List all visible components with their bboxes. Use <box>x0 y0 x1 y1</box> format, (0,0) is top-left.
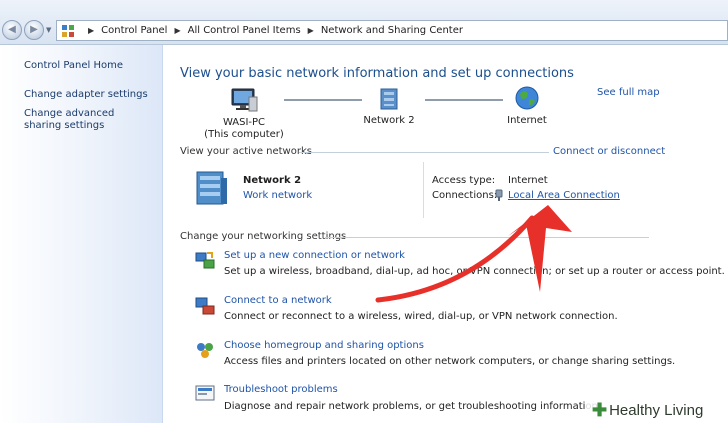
chevron-right-icon[interactable]: ▶ <box>174 26 180 35</box>
change-settings-heading: Change your networking settings <box>180 231 347 242</box>
forward-arrow-icon: ▶ <box>30 24 38 35</box>
map-connector-line <box>425 99 503 101</box>
breadcrumb-item-all-items[interactable]: All Control Panel Items <box>188 25 301 36</box>
setup-connection-link[interactable]: Set up a new connection or network <box>224 250 405 261</box>
homegroup-sharing-link[interactable]: Choose homegroup and sharing options <box>224 340 424 351</box>
homegroup-icon <box>197 343 213 358</box>
plus-logo-icon: ✚ <box>592 400 608 420</box>
recent-pages-dropdown-icon[interactable]: ▼ <box>46 26 51 34</box>
computer-icon <box>231 88 258 112</box>
network-type-link[interactable]: Work network <box>243 190 312 201</box>
page-title: View your basic network information and … <box>180 66 574 81</box>
connections-label: Connections: <box>432 190 498 201</box>
sidebar: Control Panel Home Change adapter settin… <box>0 45 163 423</box>
map-internet-label: Internet <box>507 115 547 126</box>
troubleshoot-desc: Diagnose and repair network problems, or… <box>224 401 602 412</box>
sidebar-item-control-panel-home[interactable]: Control Panel Home <box>24 60 154 72</box>
network-icon <box>380 88 398 110</box>
troubleshoot-icon <box>195 385 215 401</box>
control-panel-icon <box>61 24 75 38</box>
active-network-name: Network 2 <box>243 175 302 186</box>
forward-button[interactable]: ▶ <box>24 20 44 40</box>
breadcrumb-item-network-sharing[interactable]: Network and Sharing Center <box>321 25 463 36</box>
active-networks-heading: View your active networks <box>180 146 312 157</box>
work-network-icon[interactable] <box>195 168 229 208</box>
map-node-internet[interactable]: Internet <box>499 85 555 127</box>
ethernet-plug-icon <box>495 189 503 201</box>
map-node-computer[interactable]: WASI-PC (This computer) <box>199 87 289 141</box>
homegroup-sharing-desc: Access files and printers located on oth… <box>224 356 676 367</box>
main-content: View your basic network information and … <box>163 45 728 423</box>
chevron-right-icon[interactable]: ▶ <box>88 26 94 35</box>
connect-network-icon <box>195 297 215 315</box>
watermark-text: Healthy Living <box>609 402 704 419</box>
watermark: ✚ Healthy Living <box>586 398 728 423</box>
breadcrumb-item-control-panel[interactable]: Control Panel <box>101 25 167 36</box>
connect-to-network-desc: Connect or reconnect to a wireless, wire… <box>224 311 618 322</box>
access-type-value: Internet <box>508 175 548 186</box>
back-button[interactable]: ◀ <box>2 20 22 40</box>
vertical-divider <box>423 162 424 218</box>
back-arrow-icon: ◀ <box>8 24 16 35</box>
section-divider <box>325 237 649 238</box>
map-node-network[interactable]: Network 2 <box>359 87 419 127</box>
globe-icon <box>515 86 539 110</box>
sidebar-item-change-advanced-sharing[interactable]: Change advanced sharing settings <box>24 108 154 132</box>
see-full-map-link[interactable]: See full map <box>597 87 660 98</box>
address-toolbar: ◀ ▶ ▼ ▶ Control Panel ▶ All Control Pane… <box>0 0 728 45</box>
access-type-label: Access type: <box>432 175 496 186</box>
breadcrumb[interactable]: ▶ Control Panel ▶ All Control Panel Item… <box>56 20 728 41</box>
troubleshoot-link[interactable]: Troubleshoot problems <box>224 384 338 395</box>
setup-connection-desc: Set up a wireless, broadband, dial-up, a… <box>224 266 725 277</box>
map-computer-sub: (This computer) <box>204 129 284 140</box>
map-connector-line <box>284 99 362 101</box>
local-area-connection-link[interactable]: Local Area Connection <box>508 190 620 201</box>
sidebar-item-change-adapter-settings[interactable]: Change adapter settings <box>24 89 154 101</box>
chevron-right-icon[interactable]: ▶ <box>308 26 314 35</box>
connect-to-network-link[interactable]: Connect to a network <box>224 295 332 306</box>
section-divider <box>299 152 549 153</box>
new-connection-icon <box>195 252 215 269</box>
map-computer-name: WASI-PC <box>222 117 266 128</box>
map-network-name: Network 2 <box>363 115 415 126</box>
connect-or-disconnect-link[interactable]: Connect or disconnect <box>553 146 665 157</box>
